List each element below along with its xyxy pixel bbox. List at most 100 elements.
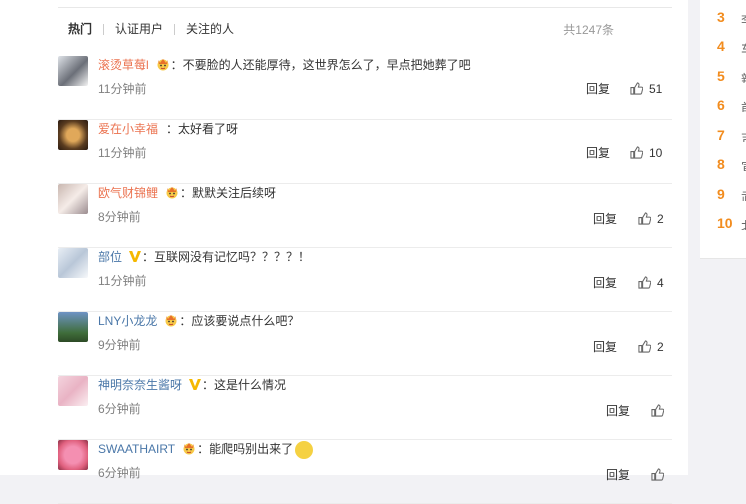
rank-number: 3 [717, 9, 725, 25]
reply-button[interactable]: 回复 [593, 274, 617, 291]
comment-time: 9分钟前 [98, 338, 141, 352]
comment-text: ：应该要说点什么吧？ [179, 314, 300, 328]
hot-search-title: 武 [741, 187, 746, 201]
vip-crown-icon [164, 185, 180, 202]
comment-time: 11分钟前 [98, 82, 147, 96]
thumb-up-icon [638, 340, 657, 354]
thumb-up-icon [651, 468, 670, 482]
username-link[interactable]: 爱在小幸福 [98, 122, 158, 136]
hot-search-item[interactable]: 6前 [717, 97, 746, 113]
comment-tabs: 热门 认证用户 关注的人 [68, 20, 234, 38]
hot-search-title: 辣 [741, 69, 746, 83]
avatar[interactable] [58, 184, 88, 214]
rank-number: 5 [717, 68, 725, 84]
comment-item: 神明奈奈生酱呀 ：这是什么情况 6分钟前 回复 [58, 376, 672, 440]
tab-separator [174, 24, 176, 36]
comment-item: LNY小龙龙 ：应该要说点什么吧？ 9分钟前 回复 2 [58, 312, 672, 376]
username-link[interactable]: 滚烫草莓l [98, 58, 149, 72]
hot-search-item[interactable]: 7吉 [717, 127, 746, 143]
comment-text: ：默默关注后续呀 [180, 186, 277, 200]
avatar[interactable] [58, 120, 88, 150]
thumb-up-icon [638, 276, 657, 290]
hot-search-item[interactable]: 5辣 [717, 68, 746, 84]
verified-v-icon [128, 250, 142, 266]
comment-text: ：这是什么情况 [202, 378, 287, 392]
right-sidebar: 3李4车5辣6前7吉8宣9武10北 [688, 0, 746, 475]
hot-search-title: 李 [741, 10, 746, 24]
comment-text: ：能爬吗别出来了 [197, 442, 294, 456]
comment-text: ：不要脸的人还能厚待，这世界怎么了，早点把她葬了吧 [170, 58, 471, 72]
like-count: 2 [657, 212, 664, 226]
like-button[interactable]: 10 [630, 146, 662, 160]
hot-search-title: 车 [741, 39, 746, 53]
tab-verified-users[interactable]: 认证用户 [115, 20, 163, 37]
vip-crown-icon [155, 57, 171, 74]
tab-separator [103, 24, 105, 36]
comment-time: 6分钟前 [98, 402, 141, 416]
thumb-up-icon [630, 146, 649, 160]
hot-search-item[interactable]: 4车 [717, 38, 746, 54]
reply-button[interactable]: 回复 [586, 80, 610, 97]
thumb-up-icon [638, 212, 657, 226]
comment-time: 8分钟前 [98, 210, 141, 224]
reply-button[interactable]: 回复 [593, 338, 617, 355]
vip-crown-icon [181, 441, 197, 458]
avatar[interactable] [58, 248, 88, 278]
rank-number: 10 [717, 215, 733, 231]
reply-button[interactable]: 回复 [586, 144, 610, 161]
emoji-icon [295, 440, 314, 459]
like-button[interactable]: 51 [630, 82, 662, 96]
like-button[interactable] [651, 404, 670, 418]
comment-item: 部位 ：互联网没有记忆吗？？？？！ 11分钟前 回复 4 [58, 248, 672, 312]
thumb-up-icon [651, 404, 670, 418]
comment-time: 11分钟前 [98, 146, 147, 160]
hot-search-title: 前 [741, 98, 746, 112]
hot-search-item[interactable]: 8宣 [717, 156, 746, 172]
comment-time: 6分钟前 [98, 466, 141, 480]
like-count: 51 [649, 82, 663, 96]
like-count: 10 [649, 146, 663, 160]
avatar[interactable] [58, 312, 88, 342]
username-link[interactable]: LNY小龙龙 [98, 314, 157, 328]
username-link[interactable]: SWAATHAIRT [98, 442, 175, 456]
hot-search-item[interactable]: 3李 [717, 9, 746, 25]
username-link[interactable]: 欧气财锦鲤 [98, 186, 158, 200]
rank-number: 7 [717, 127, 725, 143]
hot-search-title: 宣 [741, 157, 746, 171]
hot-search-card: 3李4车5辣6前7吉8宣9武10北 [700, 0, 746, 259]
tab-following[interactable]: 关注的人 [186, 20, 234, 37]
hot-search-item[interactable]: 10 北 [717, 215, 746, 231]
comment-text: ：互联网没有记忆吗？？？？！ [142, 250, 311, 264]
rank-number: 8 [717, 156, 725, 172]
tab-hot[interactable]: 热门 [68, 20, 92, 37]
hot-search-title: 吉 [741, 128, 746, 142]
reply-button[interactable]: 回复 [593, 210, 617, 227]
like-count: 2 [657, 340, 664, 354]
like-button[interactable]: 2 [638, 340, 664, 354]
reply-button[interactable]: 回复 [606, 402, 630, 419]
comment-item: 滚烫草莓l ：不要脸的人还能厚待，这世界怎么了，早点把她葬了吧 11分钟前 回复 51 [58, 56, 672, 120]
rank-number: 9 [717, 186, 725, 202]
rank-number: 4 [717, 38, 725, 54]
like-button[interactable] [651, 468, 670, 482]
like-button[interactable]: 2 [638, 212, 664, 226]
comment-item: 欧气财锦鲤 ：默默关注后续呀 8分钟前 回复 2 [58, 184, 672, 248]
like-button[interactable]: 4 [638, 276, 664, 290]
comment-panel: 热门 认证用户 关注的人 共1247条 滚烫草莓l ：不要脸的人还能厚待，这世界怎么了… [0, 0, 688, 504]
hot-search-item[interactable]: 9武 [717, 186, 746, 202]
avatar[interactable] [58, 376, 88, 406]
comment-item: SWAATHAIRT ：能爬吗别出来了 6分钟前 回复 [58, 440, 672, 504]
comment-time: 11分钟前 [98, 274, 147, 288]
username-link[interactable]: 神明奈奈生酱呀 [98, 378, 182, 392]
rank-number: 6 [717, 97, 725, 113]
thumb-up-icon [630, 82, 649, 96]
verified-v-icon [188, 378, 202, 394]
vip-crown-icon [163, 313, 179, 330]
username-link[interactable]: 部位 [98, 250, 122, 264]
divider [58, 7, 672, 8]
comment-count: 共1247条 [563, 23, 614, 37]
comment-item: 爱在小幸福 ：太好看了呀 11分钟前 回复 10 [58, 120, 672, 184]
hot-search-title: 北 [741, 216, 746, 230]
avatar[interactable] [58, 56, 88, 86]
avatar[interactable] [58, 440, 88, 470]
